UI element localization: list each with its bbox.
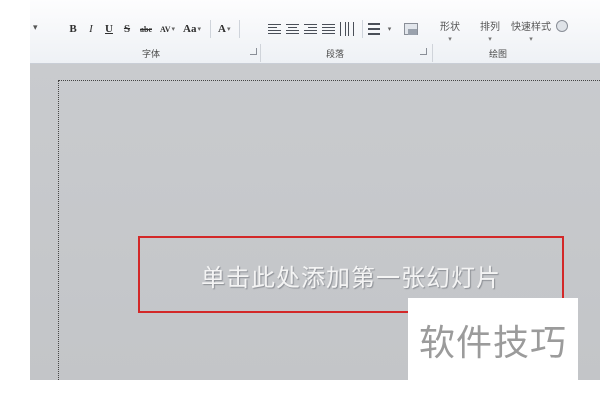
chevron-down-icon: ▾	[197, 25, 202, 33]
collapse-arrow-icon[interactable]: ▾	[33, 24, 41, 33]
font-dialog-launcher-icon[interactable]	[250, 48, 257, 55]
divider	[239, 20, 241, 38]
chevron-down-icon: ▾	[448, 35, 452, 43]
shape-label: 形状	[440, 22, 460, 33]
underline-button[interactable]: U	[102, 19, 116, 39]
align-right-icon[interactable]	[304, 22, 317, 36]
left-margin	[0, 0, 30, 400]
bold-button[interactable]: B	[66, 19, 80, 39]
change-case-label: Aa	[183, 23, 197, 35]
group-divider	[260, 44, 261, 62]
align-center-icon[interactable]	[286, 22, 299, 36]
char-spacing-label: AV	[160, 24, 171, 34]
distributed-icon[interactable]	[340, 22, 354, 36]
chevron-down-icon[interactable]: ▾	[382, 19, 396, 39]
shape-button[interactable]: 形状 ▾	[440, 18, 460, 43]
chevron-down-icon: ▾	[488, 35, 492, 43]
chevron-down-icon: ▾	[529, 35, 533, 43]
shape-fill-icon[interactable]	[556, 20, 568, 32]
font-color-button[interactable]: A ▾	[216, 19, 232, 39]
strikethrough-button[interactable]: abc	[138, 19, 154, 39]
paragraph-dialog-launcher-icon[interactable]	[420, 48, 427, 55]
italic-button[interactable]: I	[84, 19, 98, 39]
ribbon: ▾ B I U S abc AV ▾ Aa ▾ A ▾ ▾ 形状 ▾ 排列 ▾ 快速样式 ▾…	[30, 0, 600, 64]
drawing-group-label: 绘图	[489, 50, 508, 60]
watermark-text: 软件技巧	[418, 323, 567, 364]
quick-styles-label: 快速样式	[511, 22, 551, 33]
title-placeholder-text: 单击此处添加第一张幻灯片	[201, 264, 501, 292]
bottom-margin	[0, 380, 600, 400]
arrange-button[interactable]: 排列 ▾	[480, 18, 500, 43]
watermark: 软件技巧	[408, 298, 578, 382]
arrange-label: 排列	[480, 22, 500, 33]
font-group-controls: B I U S abc AV ▾ Aa ▾ A ▾	[66, 18, 245, 40]
font-color-label: A	[218, 23, 226, 35]
char-spacing-button[interactable]: AV ▾	[158, 19, 177, 39]
font-group-label: 字体	[142, 50, 161, 60]
chevron-down-icon: ▾	[226, 25, 231, 33]
quick-styles-button[interactable]: 快速样式 ▾	[511, 18, 551, 43]
paragraph-group-label: 段落	[326, 50, 345, 60]
divider	[210, 20, 212, 38]
group-divider	[432, 44, 433, 62]
text-direction-icon[interactable]	[404, 23, 418, 35]
shadow-button[interactable]: S	[120, 19, 134, 39]
columns-icon[interactable]	[368, 23, 380, 35]
change-case-button[interactable]: Aa ▾	[181, 19, 203, 39]
chevron-down-icon: ▾	[171, 25, 176, 33]
justify-icon[interactable]	[322, 22, 335, 36]
divider	[362, 20, 363, 38]
paragraph-group-controls: ▾	[268, 18, 422, 40]
align-left-icon[interactable]	[268, 22, 281, 36]
